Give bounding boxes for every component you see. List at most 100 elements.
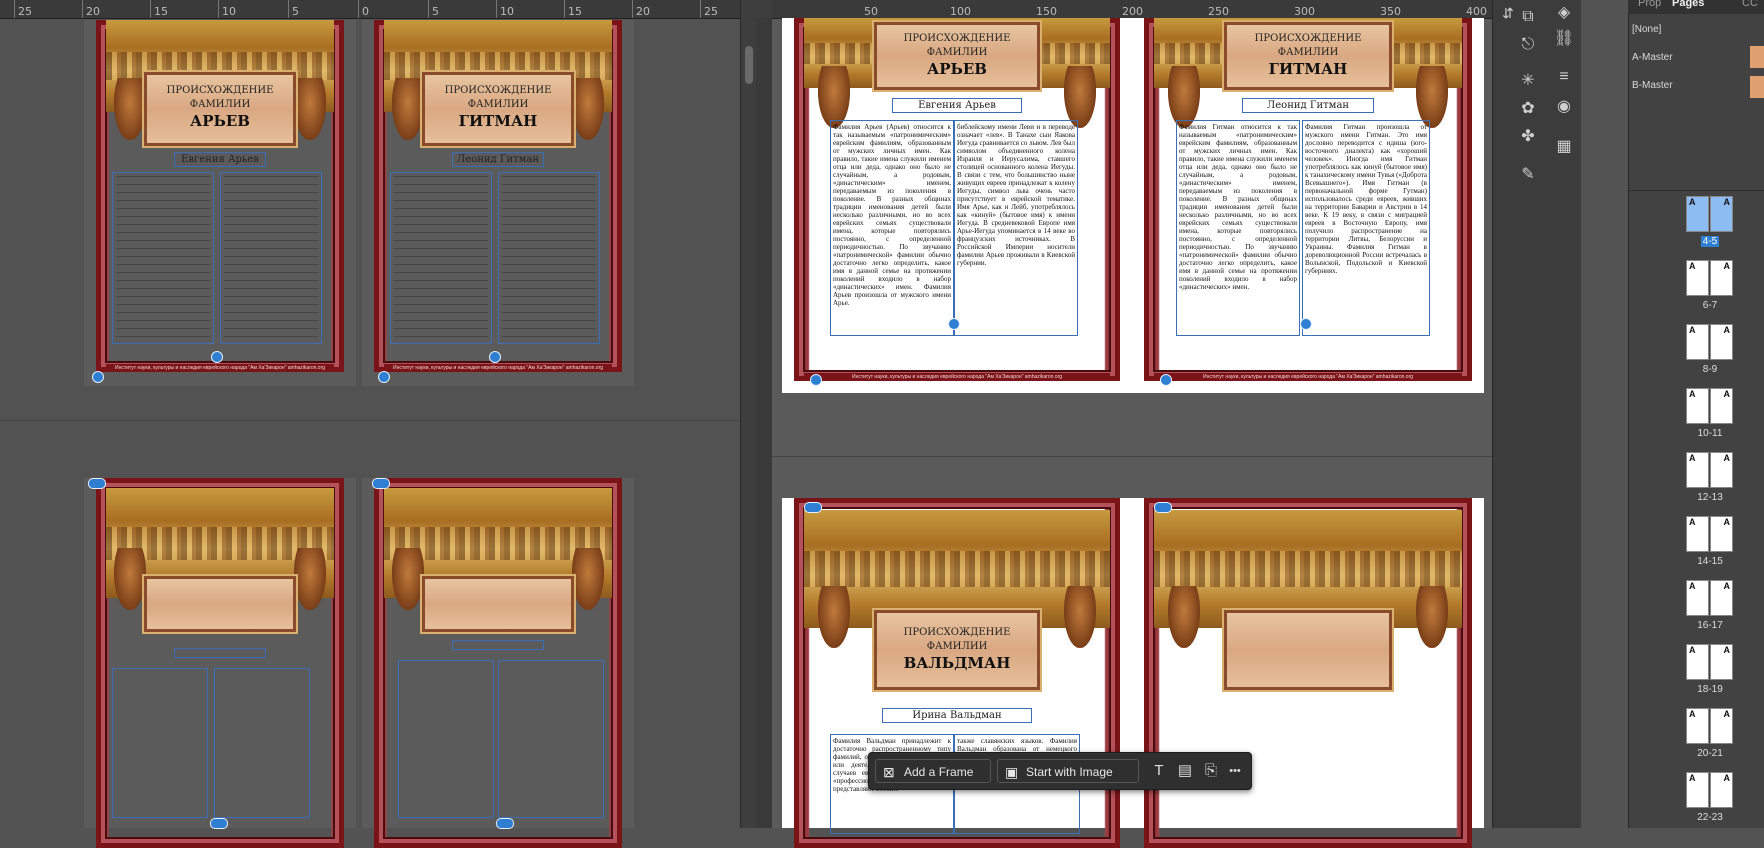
text-frame-col1[interactable]: Фамилия Гитман относится к так называемы… <box>1176 120 1300 336</box>
paragraph-icon[interactable]: ▦ <box>1551 134 1577 160</box>
page-thumbnail-left[interactable]: A <box>1686 516 1709 552</box>
horizontal-ruler-left[interactable]: 25 20 15 10 5 0 5 10 15 20 25 <box>0 0 740 19</box>
page-spread-thumbnail[interactable]: AA <box>1686 196 1734 232</box>
author-frame[interactable]: Евгения Арьев <box>174 152 266 167</box>
text-frame-col2[interactable] <box>220 172 322 344</box>
pages-toggle-icon[interactable]: ⇵ <box>1495 0 1521 26</box>
page-template-left[interactable] <box>84 478 356 848</box>
page-thumbnail-right[interactable]: A <box>1710 516 1733 552</box>
master-b[interactable]: B-Master <box>1632 80 1673 91</box>
page-thumbnail-right[interactable]: A <box>1710 196 1733 232</box>
link-chain-icon[interactable]: ⛓ <box>1551 26 1577 52</box>
page-spread-thumbnail[interactable]: AA <box>1686 388 1734 424</box>
more-options-icon[interactable]: ••• <box>1223 759 1247 783</box>
author-frame-empty[interactable] <box>174 648 266 658</box>
swatches-icon[interactable]: ✤ <box>1515 124 1541 150</box>
page-thumbnail-right[interactable]: A <box>1710 708 1733 744</box>
page-thumbnail-left[interactable]: A <box>1686 196 1709 232</box>
text-frame-col1-empty[interactable] <box>112 668 208 818</box>
page-thumbnail-left[interactable]: A <box>1686 708 1709 744</box>
palette-icon[interactable]: ◉ <box>1551 94 1577 120</box>
page-thumbnail-right[interactable]: A <box>1710 644 1733 680</box>
page-spread-thumbnail[interactable]: AA <box>1686 516 1734 552</box>
page-thumbnail-right[interactable]: A <box>1710 772 1733 808</box>
page-thumbnail-right[interactable]: A <box>1710 452 1733 488</box>
master-badge-icon[interactable] <box>92 371 104 383</box>
master-a[interactable]: A-Master <box>1632 52 1673 63</box>
text-frame-col2-empty[interactable] <box>498 660 604 818</box>
link-badge-icon[interactable] <box>489 351 501 363</box>
text-frame-col1[interactable] <box>390 172 492 344</box>
author-frame[interactable]: Ирина Вальдман <box>882 708 1032 723</box>
page-spread-thumbnail[interactable]: AA <box>1686 260 1734 296</box>
page-spread-thumbnail[interactable]: AA <box>1686 324 1734 360</box>
page-template-right[interactable] <box>362 478 634 848</box>
page-gitman-preview[interactable]: ПРОИСХОЖДЕНИЕ ФАМИЛИИ ГИТМАН Леонид Гитм… <box>362 20 634 386</box>
link-badge-icon[interactable] <box>948 318 960 330</box>
link-badge-icon[interactable] <box>372 478 390 489</box>
text-frame-col2[interactable]: Фамилия Гитман произошла от мужского име… <box>1302 120 1430 336</box>
page-thumbnail-right[interactable]: A <box>1710 324 1733 360</box>
stroke-icon[interactable]: ≡ <box>1551 64 1577 90</box>
author-frame[interactable]: Леонид Гитман <box>1242 98 1374 113</box>
document-icon[interactable]: ▤ <box>1173 759 1197 783</box>
page-thumbnail-left[interactable]: A <box>1686 388 1709 424</box>
text-frame-col1[interactable]: Фамилия Арьев (Арьев) относится к так на… <box>830 120 954 336</box>
author-frame[interactable]: Леонид Гитман <box>452 152 544 167</box>
add-frame-button[interactable]: ⊠ Add a Frame <box>875 759 991 783</box>
page-spread-thumbnail[interactable]: AA <box>1686 452 1734 488</box>
text-frame-col2-empty[interactable] <box>214 668 310 818</box>
page-gitman[interactable]: ПРОИСХОЖДЕНИЕ ФАМИЛИИ ГИТМАН Леонид Гитм… <box>1132 18 1484 393</box>
author-frame[interactable]: Евгения Арьев <box>892 98 1022 113</box>
master-b-thumbnail[interactable] <box>1750 76 1764 98</box>
master-badge-icon[interactable] <box>378 371 390 383</box>
page-thumbnail-left[interactable]: A <box>1686 452 1709 488</box>
page-spread-thumbnail[interactable]: AA <box>1686 644 1734 680</box>
link-badge-icon[interactable] <box>210 818 228 829</box>
master-none[interactable]: [None] <box>1632 24 1661 35</box>
tab-properties[interactable]: Prop <box>1638 0 1661 9</box>
link-badge-icon[interactable] <box>496 818 514 829</box>
ruler-label: 250 <box>1208 5 1229 18</box>
page-thumbnail-left[interactable]: A <box>1686 580 1709 616</box>
page-spread-thumbnail[interactable]: AA <box>1686 708 1734 744</box>
master-badge-icon[interactable] <box>810 374 822 386</box>
page-thumbnail-left[interactable]: A <box>1686 772 1709 808</box>
gradient-icon[interactable]: ✳ <box>1515 68 1541 94</box>
page-arev[interactable]: ПРОИСХОЖДЕНИЕ ФАМИЛИИ АРЬЕВ Евгения Арье… <box>782 18 1132 393</box>
edit-icon[interactable]: ✎ <box>1515 162 1541 188</box>
tab-pages[interactable]: Pages <box>1672 0 1704 9</box>
scroll-thumb[interactable] <box>745 46 753 84</box>
link-badge-icon[interactable] <box>804 502 822 513</box>
text-frame-col2[interactable]: библейскому имени Леви и в переводе озна… <box>954 120 1078 336</box>
layers-icon[interactable]: ◈ <box>1551 0 1577 26</box>
vertical-ruler[interactable] <box>756 18 772 828</box>
page-spread-thumbnail[interactable]: AA <box>1686 772 1734 808</box>
text-frame-col2[interactable] <box>498 172 600 344</box>
page-thumbnail-right[interactable]: A <box>1710 260 1733 296</box>
page-settings-icon[interactable]: ⎘ <box>1199 759 1223 783</box>
link-badge-icon[interactable] <box>88 478 106 489</box>
page-arev-preview[interactable]: ПРОИСХОЖДЕНИЕ ФАМИЛИИ АРЬЕВ Евгения Арье… <box>84 20 356 386</box>
link-badge-icon[interactable] <box>1300 318 1312 330</box>
text-frame-col1[interactable] <box>112 172 214 344</box>
start-with-image-button[interactable]: ▣ Start with Image <box>997 759 1139 783</box>
color-icon[interactable]: ✿ <box>1515 96 1541 122</box>
link-badge-icon[interactable] <box>1154 502 1172 513</box>
page-spread-thumbnail[interactable]: AA <box>1686 580 1734 616</box>
master-a-thumbnail[interactable] <box>1750 46 1764 68</box>
title-line1: ПРОИСХОЖДЕНИЕ <box>444 85 552 96</box>
master-badge-icon[interactable] <box>1160 374 1172 386</box>
link-badge-icon[interactable] <box>211 351 223 363</box>
text-frame-col1-empty[interactable] <box>398 660 494 818</box>
page-thumbnail-right[interactable]: A <box>1710 580 1733 616</box>
author-frame-empty[interactable] <box>452 640 544 650</box>
text-tool-icon[interactable]: T <box>1147 759 1171 783</box>
page-thumbnail-left[interactable]: A <box>1686 260 1709 296</box>
horizontal-ruler-right[interactable]: 50 100 150 200 250 300 350 400 <box>772 0 1492 19</box>
page-thumbnail-left[interactable]: A <box>1686 324 1709 360</box>
links-icon[interactable]: ⎋ <box>1515 32 1541 58</box>
tab-cc[interactable]: CC <box>1742 0 1758 9</box>
page-thumbnail-right[interactable]: A <box>1710 388 1733 424</box>
page-thumbnail-left[interactable]: A <box>1686 644 1709 680</box>
